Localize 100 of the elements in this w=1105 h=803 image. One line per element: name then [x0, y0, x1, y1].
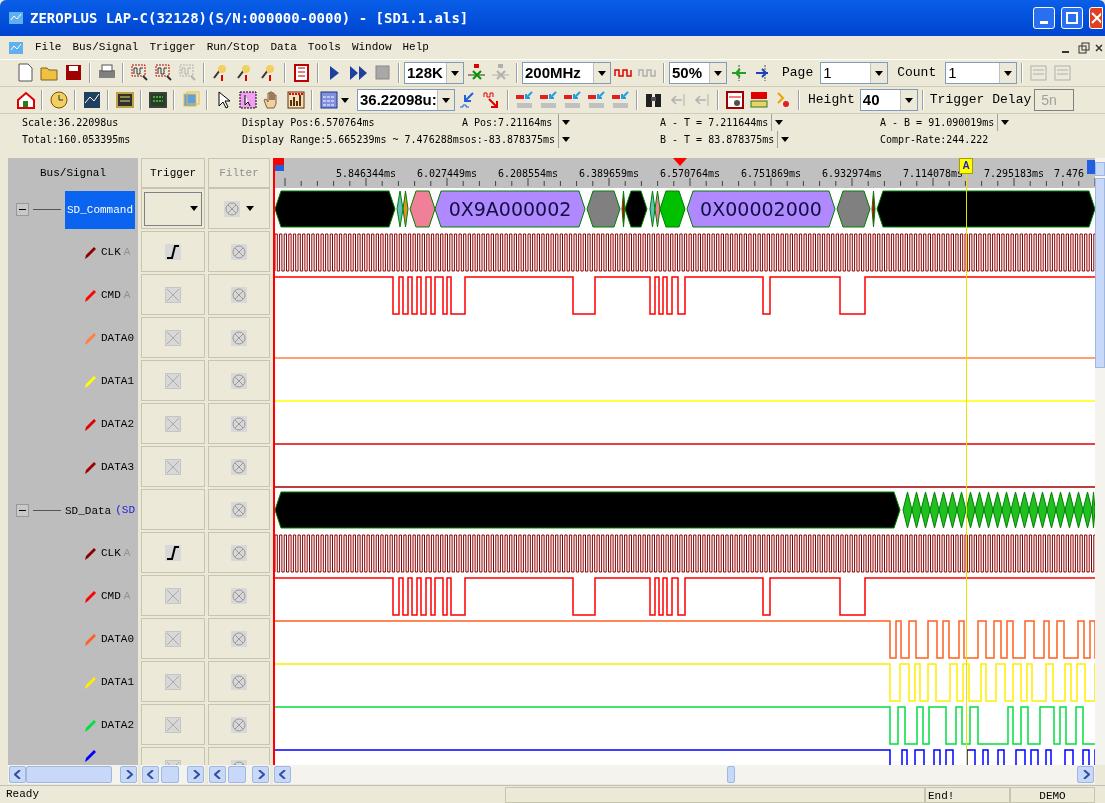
filter-cell[interactable]	[208, 489, 270, 530]
window-icon[interactable]	[723, 88, 746, 112]
filter-cell[interactable]	[208, 704, 270, 745]
filter-cell[interactable]	[208, 188, 270, 229]
trigger-cell[interactable]	[141, 446, 205, 487]
cursor-a-flag[interactable]: A	[959, 158, 973, 174]
signal-name[interactable]: DATA2	[101, 717, 134, 734]
trigger-cell[interactable]	[141, 274, 205, 315]
filter-off-icon	[231, 458, 247, 475]
restore-icon[interactable]	[1077, 40, 1091, 55]
filter-cell[interactable]	[208, 360, 270, 401]
trigger-cell[interactable]	[141, 532, 205, 573]
column-header[interactable]: Trigger	[141, 158, 205, 188]
column-header[interactable]: Bus/Signal	[8, 158, 138, 188]
menu-item[interactable]: Help	[402, 39, 429, 56]
probe-icon	[84, 374, 98, 389]
probe-icon	[84, 245, 98, 260]
trigger-cell[interactable]	[141, 231, 205, 272]
horizontal-scrollbar[interactable]	[8, 765, 138, 784]
scroll-right-button[interactable]	[252, 766, 269, 783]
page-dropdown[interactable]: 1	[820, 62, 889, 84]
filter-cell[interactable]	[208, 661, 270, 702]
probe-icon	[84, 546, 98, 561]
trigger-cell[interactable]	[141, 661, 205, 702]
filter-cell[interactable]	[208, 317, 270, 358]
signal-name[interactable]: DATA0	[101, 330, 134, 347]
menu-item[interactable]: Window	[351, 39, 392, 56]
scroll-right-button[interactable]	[187, 766, 204, 783]
scroll-left-button[interactable]	[142, 766, 159, 783]
dropdown-arrow-icon	[190, 206, 198, 211]
trigger-cell[interactable]	[141, 575, 205, 616]
signal-name[interactable]: DATA0	[101, 631, 134, 648]
dropdown-arrow-icon	[246, 206, 254, 211]
trigger-cell[interactable]	[141, 188, 205, 229]
ruler-tick-label: 6.027449ms	[416, 167, 478, 181]
horizontal-scrollbar[interactable]	[141, 765, 205, 784]
display-pos-readout: Display Pos:6.570764ms	[242, 116, 376, 130]
sample-rate-dropdown[interactable]: 200MHz	[522, 62, 611, 84]
signal-name[interactable]: DATA2	[101, 416, 134, 433]
trigger-cell[interactable]	[141, 618, 205, 659]
scroll-left-button[interactable]	[274, 766, 291, 783]
bar-chart-icon[interactable]	[284, 88, 307, 112]
clock-icon[interactable]	[47, 88, 70, 112]
signal-name[interactable]: CMD	[101, 287, 121, 304]
signal-name[interactable]: DATA1	[101, 674, 134, 691]
signal-name[interactable]: CLK	[101, 244, 121, 261]
filter-cell[interactable]	[208, 532, 270, 573]
waveform-view-icon[interactable]	[317, 88, 340, 112]
horizontal-scrollbar[interactable]	[273, 765, 1095, 784]
collapse-icon[interactable]	[16, 203, 29, 216]
filter-cell[interactable]	[208, 274, 270, 315]
select-icon[interactable]	[236, 88, 259, 112]
vertical-scrollbar[interactable]	[1095, 158, 1105, 765]
trigger-cell[interactable]	[141, 360, 205, 401]
menu-item[interactable]: File	[35, 39, 62, 56]
menu-item[interactable]: Data	[270, 39, 297, 56]
trigger-cell[interactable]	[141, 489, 205, 530]
horizontal-scrollbar[interactable]	[208, 765, 270, 784]
scroll-thumb[interactable]	[228, 766, 246, 783]
signal-name[interactable]: DATA3	[101, 459, 134, 476]
trigger-cell[interactable]	[141, 317, 205, 358]
filter-cell[interactable]	[208, 446, 270, 487]
ruler-tick-label: 7.476	[1053, 167, 1085, 181]
scroll-thumb[interactable]	[161, 766, 179, 783]
maximize-button[interactable]	[1061, 7, 1083, 29]
minimize-button[interactable]	[1033, 7, 1055, 29]
signal-name[interactable]: DATA1	[101, 373, 134, 390]
menu-item[interactable]: Run/Stop	[206, 39, 260, 56]
scroll-right-button[interactable]	[1077, 766, 1094, 783]
filter-cell[interactable]	[208, 231, 270, 272]
signal-name[interactable]: CMD	[101, 588, 121, 605]
scroll-thumb[interactable]	[1095, 178, 1105, 368]
trigger-cell[interactable]	[141, 704, 205, 745]
zoom-dropdown[interactable]: 50%	[669, 62, 727, 84]
scroll-left-button[interactable]	[9, 766, 26, 783]
filter-cell[interactable]	[208, 575, 270, 616]
menu-item[interactable]: Bus/Signal	[72, 39, 139, 56]
bus-protocol-label: (SD	[115, 503, 136, 519]
menu-item[interactable]: Trigger	[149, 39, 196, 56]
memory-depth-dropdown[interactable]: 128K	[404, 62, 464, 84]
scroll-left-button[interactable]	[209, 766, 226, 783]
bus-name[interactable]: SD_Data	[65, 503, 112, 518]
bus-name[interactable]: SD_Command	[65, 190, 135, 229]
menu-item[interactable]: Tools	[307, 39, 341, 56]
close-button[interactable]	[1089, 7, 1103, 29]
filter-off-icon	[231, 372, 247, 389]
filter-off-icon	[231, 673, 247, 690]
filter-cell[interactable]	[208, 618, 270, 659]
count-dropdown[interactable]: 1	[945, 62, 1018, 84]
scroll-right-button[interactable]	[120, 766, 137, 783]
filter-cell[interactable]	[208, 403, 270, 444]
scroll-thumb[interactable]	[26, 766, 112, 783]
probe-icon	[84, 718, 98, 733]
signal-name[interactable]: CLK	[101, 545, 121, 562]
scale-dropdown[interactable]: 36.22098u:	[357, 89, 455, 111]
trigger-cell[interactable]	[141, 403, 205, 444]
ruler-tick-label: 6.389659ms	[578, 167, 640, 181]
scroll-thumb[interactable]	[727, 766, 735, 783]
height-dropdown[interactable]: 40	[859, 89, 918, 111]
collapse-icon[interactable]	[16, 504, 29, 517]
